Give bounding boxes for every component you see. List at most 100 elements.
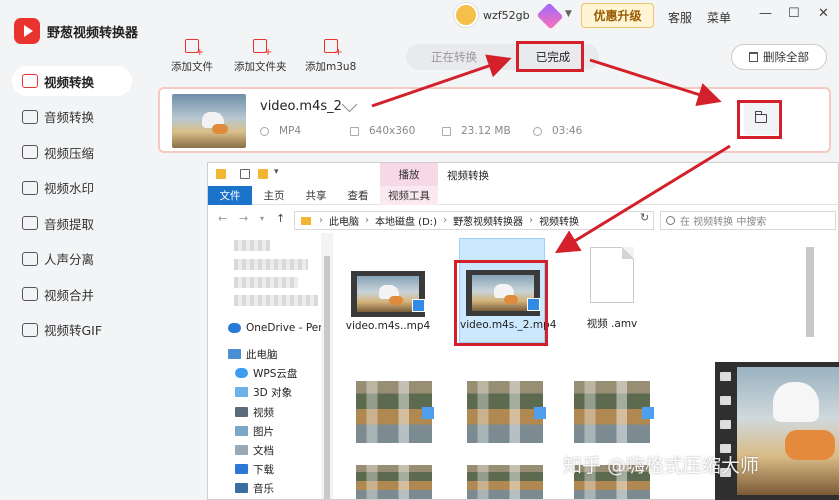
breadcrumb-this-pc[interactable]: 此电脑 — [329, 213, 359, 228]
tree-item-this-pc[interactable]: 此电脑 — [228, 345, 278, 363]
tree-item-label: 视频 — [253, 406, 274, 419]
maximize-button[interactable]: ☐ — [788, 6, 800, 21]
video-merge-icon — [22, 287, 38, 301]
blurred-file-thumbnail[interactable] — [467, 381, 543, 443]
picture-folder-icon — [235, 426, 248, 436]
edit-icon[interactable] — [341, 96, 358, 113]
file-resolution: 640x360 — [369, 125, 416, 137]
minimize-button[interactable]: — — [759, 6, 772, 21]
add-file-label: 添加文件 — [171, 61, 213, 73]
cube-icon — [235, 387, 248, 397]
tree-item-documents[interactable]: 文档 — [235, 441, 274, 459]
ribbon-tab-share[interactable]: 共享 — [302, 186, 330, 205]
blurred-file-thumbnail[interactable] — [356, 381, 432, 443]
new-folder-icon[interactable] — [258, 169, 268, 179]
up-arrow-icon[interactable]: ↑ — [276, 212, 285, 225]
duration-meta: 03:46 — [533, 125, 582, 137]
ribbon-tab-home[interactable]: 主页 — [260, 186, 288, 205]
file-format: MP4 — [279, 125, 302, 137]
app-name: 野葱视频转换器 — [47, 25, 139, 41]
address-field[interactable]: › 此电脑 › 本地磁盘 (D:) › 野葱视频转换器 › 视频转换 — [294, 211, 654, 230]
add-file-icon — [185, 39, 204, 58]
support-link[interactable]: 客服 — [668, 9, 692, 26]
chevron-down-icon[interactable]: ▼ — [565, 9, 572, 19]
folder-icon — [301, 216, 311, 225]
username: wzf52gb — [483, 9, 530, 22]
sidebar-item-video-merge[interactable]: 视频合并 — [12, 279, 132, 309]
resolution-meta: 640x360 — [350, 125, 415, 137]
file-item-amv[interactable]: 视频 .amv — [574, 245, 650, 335]
explorer-search-input[interactable]: 在 视频转换 中搜索 — [660, 211, 836, 230]
delete-all-button[interactable]: 删除全部 — [731, 44, 827, 70]
sidebar-item-label: 人声分离 — [44, 252, 95, 267]
download-icon — [235, 464, 248, 474]
add-file-button[interactable]: 添加文件 — [171, 39, 213, 74]
context-tab-play[interactable]: 播放 — [380, 163, 438, 186]
chevron-down-icon[interactable]: ▾ — [260, 214, 264, 223]
tree-item-3d-objects[interactable]: 3D 对象 — [235, 383, 292, 401]
blurred-file-thumbnail[interactable] — [467, 465, 543, 499]
sidebar-item-video-compress[interactable]: 视频压缩 — [12, 137, 132, 167]
tree-item-pictures[interactable]: 图片 — [235, 422, 274, 440]
forward-arrow-icon[interactable]: → — [239, 212, 248, 225]
tree-item-label: WPS云盘 — [253, 367, 298, 380]
tree-item-downloads[interactable]: 下载 — [235, 460, 274, 478]
wps-cloud-icon — [235, 368, 248, 378]
file-size: 23.12 MB — [461, 125, 511, 137]
menu-link[interactable]: 菜单 — [707, 9, 731, 26]
content-scrollbar-thumb[interactable] — [806, 247, 814, 337]
tab-converting[interactable]: 正在转换 — [406, 44, 502, 70]
sidebar-item-video-convert[interactable]: 视频转换 — [12, 66, 132, 96]
video-file-icon — [412, 299, 425, 312]
tree-item-videos[interactable]: 视频 — [235, 403, 274, 421]
resolution-icon — [350, 126, 359, 136]
sidebar-item-video-watermark[interactable]: 视频水印 — [12, 173, 132, 203]
back-arrow-icon[interactable]: ← — [218, 212, 227, 225]
chevron-down-icon[interactable]: ▾ — [274, 167, 279, 177]
sidebar-item-label: 视频转GIF — [44, 323, 103, 338]
audio-convert-icon — [22, 109, 38, 124]
explorer-titlebar: ▾ 播放 视频转换 — [208, 163, 838, 186]
blurred-file-thumbnail[interactable] — [356, 465, 432, 499]
audio-extract-icon — [22, 216, 38, 230]
add-folder-button[interactable]: 添加文件夹 — [234, 39, 287, 74]
app-logo-icon — [14, 18, 40, 44]
tree-item-onedrive[interactable]: OneDrive - Perso — [228, 319, 321, 337]
watermark-text: 知乎 @嗨格式压缩大师 — [563, 455, 760, 477]
search-icon — [666, 216, 675, 225]
file-item-video-mp4[interactable]: video.m4s..mp4 — [346, 269, 430, 333]
sidebar-item-video-to-gif[interactable]: 视频转GIF — [12, 315, 132, 345]
tree-item-wps[interactable]: WPS云盘 — [235, 364, 297, 382]
close-button[interactable]: ✕ — [818, 6, 829, 21]
size-meta: 23.12 MB — [442, 125, 511, 137]
format-meta: MP4 — [260, 125, 301, 137]
gif-icon — [22, 322, 38, 337]
upgrade-button[interactable]: 优惠升级 — [581, 3, 654, 28]
cloud-icon — [228, 323, 241, 333]
tree-item-music[interactable]: 音乐 — [235, 479, 274, 497]
ribbon-tab-view[interactable]: 查看 — [344, 186, 372, 205]
tree-item-label: 此电脑 — [246, 348, 278, 361]
ribbon-tab-file[interactable]: 文件 — [208, 186, 252, 205]
ribbon-tab-video-tools[interactable]: 视频工具 — [380, 186, 438, 205]
breadcrumb-drive-d[interactable]: 本地磁盘 (D:) — [375, 213, 437, 228]
explorer-address-bar: ← → ▾ ↑ › 此电脑 › 本地磁盘 (D:) › 野葱视频转换器 › 视频… — [208, 209, 838, 231]
tree-scrollbar-thumb[interactable] — [324, 256, 330, 499]
breadcrumb-video-convert[interactable]: 视频转换 — [539, 213, 579, 228]
explorer-ribbon: 文件 主页 共享 查看 视频工具 — [208, 186, 838, 205]
properties-icon[interactable] — [240, 169, 250, 179]
breadcrumb-app-folder[interactable]: 野葱视频转换器 — [453, 213, 523, 228]
vip-diamond-icon[interactable] — [536, 2, 564, 30]
sidebar-item-audio-extract[interactable]: 音频提取 — [12, 208, 132, 238]
sidebar-item-audio-convert[interactable]: 音频转换 — [12, 102, 132, 132]
add-m3u8-button[interactable]: 添加m3u8 — [305, 39, 356, 74]
video-thumbnail — [172, 94, 246, 148]
size-icon — [442, 126, 451, 136]
app-logo: 野葱视频转换器 — [14, 18, 138, 44]
refresh-icon[interactable]: ↻ — [640, 211, 649, 224]
avatar[interactable] — [454, 3, 478, 27]
blurred-file-thumbnail[interactable] — [574, 381, 650, 443]
sidebar-item-vocal-separate[interactable]: 人声分离 — [12, 244, 132, 274]
highlight-box-done-tab — [516, 41, 584, 72]
document-icon — [590, 247, 634, 303]
